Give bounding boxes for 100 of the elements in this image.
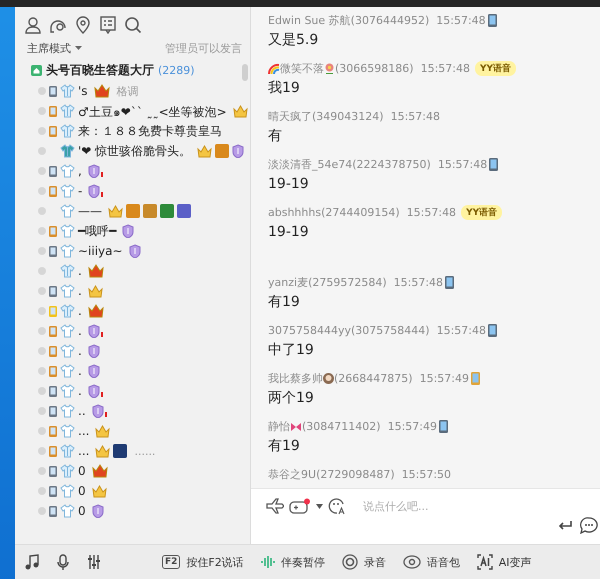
location-pin-icon[interactable] bbox=[74, 16, 92, 34]
message-text: 19-19 bbox=[268, 175, 310, 194]
shirt-icon bbox=[60, 284, 75, 298]
phone-icon bbox=[49, 446, 57, 456]
crown-icon bbox=[88, 284, 103, 298]
status-dot-icon bbox=[38, 347, 46, 355]
member-name[interactable]: . bbox=[78, 324, 82, 338]
music-note-icon[interactable] bbox=[25, 554, 39, 570]
search-icon[interactable] bbox=[124, 16, 142, 34]
message-text: 两个19 bbox=[268, 389, 315, 408]
member-name[interactable]: ♂土豆๑❤`` ˷˷<坐等被泡> bbox=[78, 102, 227, 120]
crown-icon bbox=[88, 304, 104, 318]
status-dot-icon bbox=[38, 227, 46, 235]
message-input[interactable]: 说点什么吧... bbox=[361, 498, 515, 514]
member-name[interactable]: .. bbox=[78, 404, 86, 418]
phone-icon bbox=[49, 286, 57, 296]
rainbow-icon bbox=[268, 63, 280, 74]
status-dot-icon bbox=[38, 287, 46, 295]
sender-id: (2744409154) bbox=[321, 206, 400, 219]
caret-icon[interactable] bbox=[316, 504, 323, 508]
message-time: 15:57:48 bbox=[436, 14, 486, 27]
crown-icon bbox=[92, 484, 107, 498]
phone-icon bbox=[49, 246, 57, 256]
member-name[interactable]: —— bbox=[78, 204, 102, 218]
sender-id: (349043124) bbox=[312, 110, 384, 123]
member-name[interactable]: 0 bbox=[78, 464, 86, 478]
phone-icon bbox=[49, 386, 57, 396]
equalizer-icon[interactable] bbox=[87, 554, 101, 570]
sender-id: (3066598186) bbox=[335, 62, 414, 75]
person-icon[interactable] bbox=[24, 16, 42, 34]
toolbar-button[interactable]: AI变声 bbox=[498, 554, 532, 570]
ai-voice-icon bbox=[476, 554, 493, 570]
message-time: 15:57:48 bbox=[438, 158, 488, 171]
toolbar-button[interactable]: 录音 bbox=[364, 554, 386, 570]
status-dot-icon bbox=[38, 247, 46, 255]
airplane-icon[interactable] bbox=[266, 498, 284, 514]
phone-icon bbox=[49, 486, 57, 496]
yy-voice-badge: YY语音 bbox=[461, 205, 502, 220]
shirt-icon bbox=[60, 124, 75, 138]
member-name[interactable]: ... bbox=[78, 424, 90, 438]
microphone-icon[interactable] bbox=[57, 554, 69, 570]
member-name[interactable]: . bbox=[78, 284, 82, 298]
status-dot-icon bbox=[38, 87, 46, 95]
sender-id: (3076444952) bbox=[350, 14, 430, 27]
member-name[interactable]: . bbox=[78, 384, 82, 398]
toolbar-button[interactable]: 语音包 bbox=[426, 554, 460, 570]
member-name[interactable]: . bbox=[78, 364, 82, 378]
crown-icon bbox=[94, 84, 110, 98]
phone-icon bbox=[489, 158, 498, 171]
scrollbar-thumb[interactable] bbox=[242, 64, 248, 81]
yy-voice-badge: YY语音 bbox=[474, 61, 516, 76]
shield-icon bbox=[88, 364, 100, 378]
emoji-icon[interactable] bbox=[328, 497, 346, 515]
status-dot-icon bbox=[38, 447, 46, 455]
channel-name[interactable]: 头号百晓生答题大厅 bbox=[46, 62, 154, 78]
message-text: 19-19 bbox=[268, 223, 310, 242]
member-name[interactable]: . bbox=[78, 344, 82, 358]
gamepad-icon[interactable] bbox=[289, 498, 311, 514]
member-name[interactable]: - bbox=[78, 184, 82, 198]
permission-label: 管理员可以发言 bbox=[165, 40, 242, 56]
phone-icon bbox=[49, 126, 57, 136]
status-dot-icon bbox=[38, 107, 46, 115]
member-name[interactable]: ━哦呼━ bbox=[78, 222, 116, 240]
member-name[interactable]: 's bbox=[78, 84, 88, 98]
toolbar-button[interactable]: 按住F2说话 bbox=[186, 554, 244, 570]
phone-icon bbox=[49, 426, 57, 436]
member-name[interactable]: . bbox=[78, 304, 82, 318]
phone-icon bbox=[49, 186, 57, 196]
phone-icon bbox=[438, 420, 448, 433]
document-list-icon[interactable] bbox=[99, 16, 117, 34]
message-text: 我19 bbox=[268, 79, 301, 98]
shirt-icon bbox=[60, 104, 75, 118]
status-dot-icon bbox=[38, 367, 46, 375]
member-name[interactable]: '❤ 惊世骇俗脆骨头。 bbox=[78, 142, 192, 160]
keycap-icon: F2 bbox=[162, 555, 180, 569]
phone-icon bbox=[49, 466, 57, 476]
member-name[interactable]: , bbox=[78, 164, 82, 178]
crown-icon bbox=[108, 204, 123, 218]
member-note: ...... bbox=[134, 444, 156, 458]
member-note: 格调 bbox=[116, 84, 139, 98]
member-name[interactable]: . bbox=[78, 264, 82, 278]
phone-icon bbox=[488, 324, 497, 337]
member-name[interactable]: ... bbox=[78, 444, 90, 458]
member-name[interactable]: ~iiiya~ bbox=[78, 244, 123, 258]
chat-bubble-icon[interactable] bbox=[580, 517, 598, 534]
shield-icon bbox=[88, 184, 104, 198]
phone-icon bbox=[49, 506, 57, 516]
shirt-icon bbox=[60, 504, 75, 518]
sender-id: (2668447875) bbox=[334, 372, 413, 385]
shield-icon bbox=[232, 144, 244, 158]
mode-dropdown[interactable]: 主席模式 bbox=[27, 40, 82, 56]
member-name[interactable]: 来：１８８免费卡尊贵皇马 bbox=[78, 122, 222, 140]
shirt-icon bbox=[60, 384, 75, 398]
member-name[interactable]: 0 bbox=[78, 484, 86, 498]
message-time: 15:57:48 bbox=[394, 276, 444, 289]
member-name[interactable]: 0 bbox=[78, 504, 86, 518]
phone-icon bbox=[488, 14, 497, 27]
toolbar-button[interactable]: 伴奏暂停 bbox=[280, 554, 325, 570]
phone-icon bbox=[49, 366, 57, 376]
return-icon[interactable] bbox=[558, 521, 572, 530]
